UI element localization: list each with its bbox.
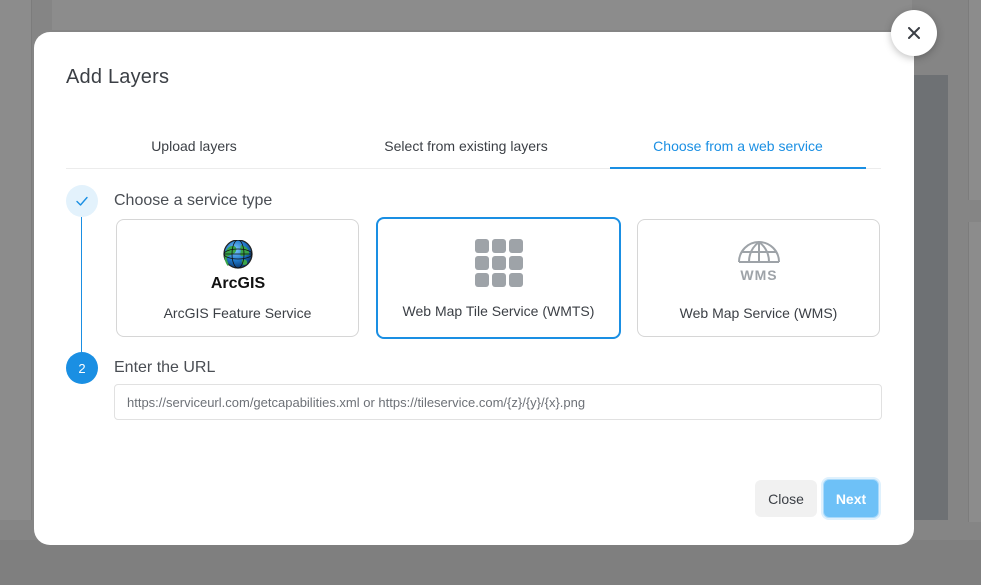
svg-text:WMS: WMS: [740, 267, 777, 283]
add-layers-dialog: Add Layers Upload layers Select from exi…: [34, 32, 914, 545]
step-1-indicator: [66, 185, 98, 217]
wmts-card-label: Web Map Tile Service (WMTS): [402, 303, 595, 319]
next-button[interactable]: Next: [823, 479, 879, 518]
svg-text:ArcGIS: ArcGIS: [210, 275, 265, 292]
step-2-label: Enter the URL: [114, 359, 216, 376]
dialog-title: Add Layers: [66, 66, 170, 88]
wms-card-label: Web Map Service (WMS): [679, 305, 838, 321]
tab-bar: Upload layers Select from existing layer…: [66, 124, 881, 169]
close-button[interactable]: Close: [755, 480, 817, 517]
tab-upload-layers[interactable]: Upload layers: [66, 124, 322, 168]
wms-globe-icon: WMS: [638, 240, 879, 288]
step-1-label: Choose a service type: [114, 192, 273, 209]
check-icon: [76, 196, 88, 206]
arcgis-card-label: ArcGIS Feature Service: [163, 305, 312, 321]
service-url-input[interactable]: [114, 384, 882, 420]
step-2-indicator: 2: [66, 352, 98, 384]
close-icon: [908, 27, 920, 39]
dialog-close-button[interactable]: [891, 10, 937, 56]
tab-choose-web-service[interactable]: Choose from a web service: [610, 124, 866, 169]
wmts-card[interactable]: Web Map Tile Service (WMTS): [376, 217, 621, 339]
tile-grid-icon: [378, 238, 619, 287]
arcgis-logo: ArcGIS: [117, 240, 358, 292]
arcgis-feature-service-card[interactable]: ArcGIS ArcGIS Feature Service: [116, 219, 359, 337]
tab-select-existing-layers[interactable]: Select from existing layers: [338, 124, 594, 168]
wms-card[interactable]: WMS Web Map Service (WMS): [637, 219, 880, 337]
